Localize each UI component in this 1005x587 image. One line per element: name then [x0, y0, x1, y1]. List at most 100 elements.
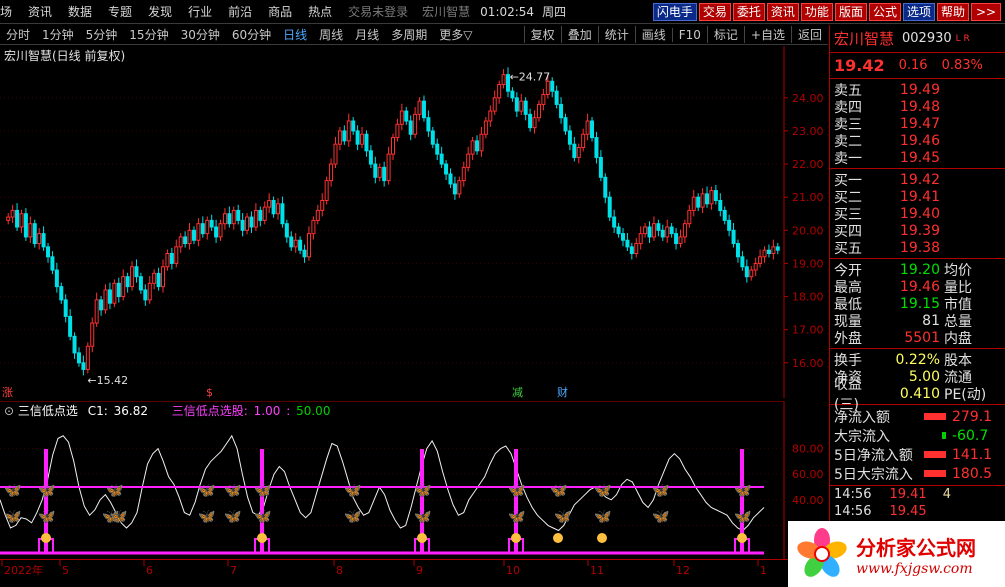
bid-row-value: 19.41: [899, 188, 940, 205]
price-tick-label: 18.00: [792, 291, 824, 304]
period-1min[interactable]: 1分钟: [42, 26, 74, 43]
candle-body: [169, 253, 174, 264]
candle-body: [355, 130, 360, 145]
stat-row[interactable]: 今开 19.20 均价: [830, 261, 1005, 279]
candlestick-chart[interactable]: 宏川智慧(日线 前复权) 24.00 23.00 22.00 21.00 20.00 19…: [0, 46, 828, 399]
candle-body: [731, 229, 736, 245]
candle-body: [687, 209, 692, 225]
fin-row[interactable]: 换手 0.22% 股本: [830, 351, 1005, 369]
stat-row[interactable]: 最高 19.46 量比: [830, 278, 1005, 296]
candle-body: [289, 236, 294, 248]
stock-flag: L R: [955, 33, 970, 44]
layout-button[interactable]: 版面: [834, 2, 867, 21]
fin-row[interactable]: 收益(三) 0.410 PE(动): [830, 377, 1005, 413]
candle-body: [320, 200, 325, 211]
candle-body: [161, 266, 166, 288]
date-axis-svg: 2022年 5 6 7 8 9 10 11 12 1: [1, 560, 767, 577]
candle-body: [196, 223, 201, 241]
stat-row[interactable]: 最低 19.15 市值: [830, 295, 1005, 313]
butterfly-gold-icon: 🦋: [4, 483, 22, 499]
fin-row-value: 0.22%: [895, 351, 940, 368]
news-button[interactable]: 资讯: [766, 2, 799, 21]
period-multi[interactable]: 多周期: [391, 26, 427, 43]
function-button[interactable]: 功能: [800, 2, 833, 21]
candle-body: [594, 137, 599, 158]
price-tick-label: 24.00: [792, 92, 824, 105]
watermark-title: 分析家公式网: [856, 535, 976, 560]
trade-button[interactable]: 交易: [698, 2, 731, 21]
menu-item-discover[interactable]: 发现: [140, 3, 180, 20]
candle-body: [735, 243, 740, 258]
tool-back[interactable]: 返回: [790, 26, 828, 43]
date-label: 8: [336, 564, 343, 577]
tool-f10[interactable]: F10: [671, 27, 707, 42]
tool-mark[interactable]: 标记: [706, 26, 744, 43]
stat-block: 今开 19.20 均价 最高 19.46 量比 最低 19.15 市值 现量 8…: [830, 259, 1005, 349]
indicator-chart[interactable]: ⊙ 三信低点选 C1: 36.82 三信低点选股: 1.00 : 50.00 🦋…: [0, 400, 828, 559]
ask-row[interactable]: 卖三 19.47: [830, 115, 1005, 133]
period-60min[interactable]: 60分钟: [232, 26, 271, 43]
flow-row[interactable]: 5日净流入额 141.1: [830, 445, 1005, 464]
entrust-button[interactable]: 委托: [732, 2, 765, 21]
flow-row[interactable]: 大宗流入 -60.7: [830, 426, 1005, 445]
money-bag-icon: [553, 533, 563, 543]
ask-row-label: 卖一: [834, 150, 862, 167]
ask-row[interactable]: 卖二 19.46: [830, 132, 1005, 150]
period-weekly[interactable]: 周线: [319, 26, 343, 43]
butterfly-gold-icon: 🦋: [198, 483, 216, 499]
login-status[interactable]: 交易未登录: [340, 3, 416, 20]
bid-row[interactable]: 买三 19.40: [830, 205, 1005, 223]
tool-draw[interactable]: 画线: [634, 26, 672, 43]
menu-item-hot[interactable]: 热点: [300, 3, 340, 20]
period-intraday[interactable]: 分时: [6, 26, 30, 43]
stat-row[interactable]: 外盘 5501 内盘: [830, 329, 1005, 347]
lightning-trade-button[interactable]: 闪电手: [652, 2, 697, 21]
candle-body: [444, 163, 449, 175]
bid-row[interactable]: 买二 19.41: [830, 188, 1005, 206]
more-button[interactable]: >>: [971, 2, 1001, 21]
ask-row-value: 19.47: [899, 115, 940, 132]
candle-body: [351, 120, 356, 132]
indicator-svg[interactable]: ⊙ 三信低点选 C1: 36.82 三信低点选股: 1.00 : 50.00 🦋…: [0, 400, 828, 559]
flow-row[interactable]: 5日大宗流入 180.5: [830, 464, 1005, 483]
butterfly-gold-icon: 🦋: [224, 483, 242, 499]
tool-overlay[interactable]: 叠加: [560, 26, 598, 43]
ask-row[interactable]: 卖四 19.48: [830, 98, 1005, 116]
menu-item-commodity[interactable]: 商品: [260, 3, 300, 20]
candle-body: [607, 196, 612, 218]
menu-item-frontier[interactable]: 前沿: [220, 3, 260, 20]
help-button[interactable]: 帮助: [936, 2, 969, 21]
menu-item-industry[interactable]: 行业: [180, 3, 220, 20]
menu-item-news[interactable]: 资讯: [20, 3, 60, 20]
watermark-logo: 分析家公式网 www.fxjgsw.com: [788, 521, 1005, 587]
candle-body: [240, 219, 245, 231]
stat-row-value: 19.20: [899, 261, 940, 278]
menu-item-0[interactable]: 场: [0, 3, 20, 20]
candle-body: [567, 130, 572, 145]
period-15min[interactable]: 15分钟: [129, 26, 168, 43]
menu-item-topic[interactable]: 专题: [100, 3, 140, 20]
period-monthly[interactable]: 月线: [355, 26, 379, 43]
tool-adjust[interactable]: 复权: [523, 26, 561, 43]
period-daily[interactable]: 日线: [283, 26, 307, 43]
tool-stats[interactable]: 统计: [597, 26, 635, 43]
candle-body: [231, 209, 236, 225]
butterfly-cyan-icon: 🦋: [344, 509, 362, 525]
period-30min[interactable]: 30分钟: [181, 26, 220, 43]
bid-row[interactable]: 买四 19.39: [830, 222, 1005, 240]
butterfly-cyan-icon: 🦋: [198, 509, 216, 525]
bid-row[interactable]: 买五 19.38: [830, 239, 1005, 257]
period-5min[interactable]: 5分钟: [86, 26, 118, 43]
period-more[interactable]: 更多▽: [439, 26, 472, 43]
ask-row[interactable]: 卖五 19.49: [830, 81, 1005, 99]
candle-body: [32, 223, 37, 245]
ask-row[interactable]: 卖一 19.45: [830, 149, 1005, 167]
options-button[interactable]: 选项: [902, 2, 935, 21]
candlestick-svg[interactable]: 宏川智慧(日线 前复权) 24.00 23.00 22.00 21.00 20.00 19…: [0, 46, 828, 399]
tool-add-watch[interactable]: +自选: [743, 26, 791, 43]
butterfly-gold-icon: 🦋: [106, 483, 124, 499]
stat-row[interactable]: 现量 81 总量: [830, 312, 1005, 330]
bid-row[interactable]: 买一 19.42: [830, 171, 1005, 189]
menu-item-data[interactable]: 数据: [60, 3, 100, 20]
formula-button[interactable]: 公式: [868, 2, 901, 21]
